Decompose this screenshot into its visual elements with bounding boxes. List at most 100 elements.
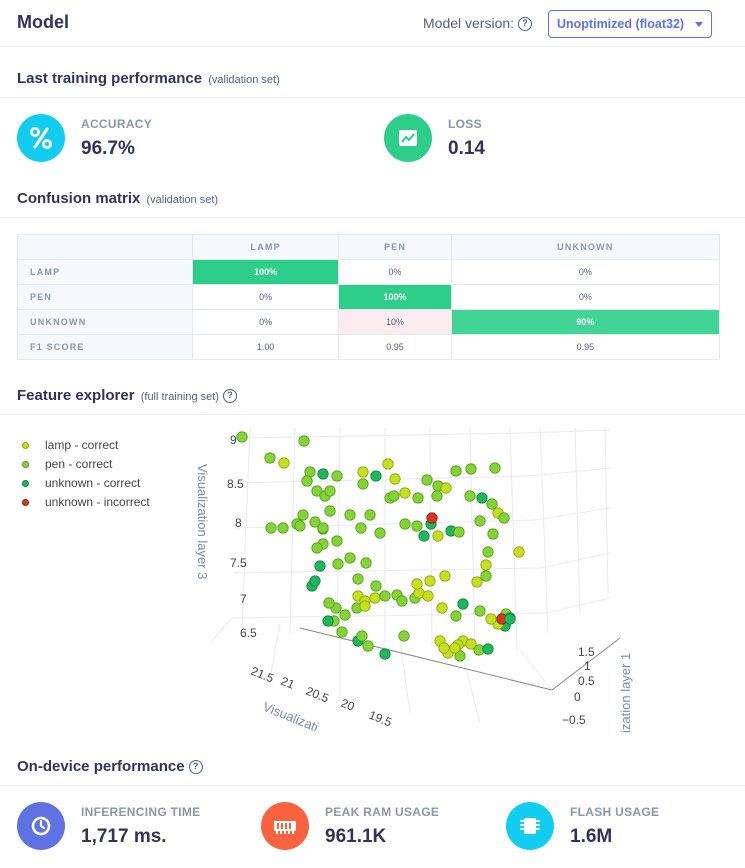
scatter-point[interactable] <box>486 498 498 510</box>
table-cell: 0.95 <box>450 334 721 360</box>
scatter-point[interactable] <box>278 457 290 469</box>
scatter-point[interactable] <box>314 560 326 572</box>
scatter-point[interactable] <box>439 570 451 582</box>
scatter-point[interactable] <box>382 458 394 470</box>
feature-explorer-3d-plot[interactable]: 9 8.5 8 7.5 7 6.5 21.5 21 20.5 20 19.5 1… <box>180 428 650 733</box>
scatter-point[interactable] <box>355 522 367 534</box>
scatter-point[interactable] <box>344 552 356 564</box>
scatter-point[interactable] <box>369 592 381 604</box>
chart-line-icon <box>384 114 432 162</box>
scatter-point[interactable] <box>450 465 462 477</box>
scatter-point[interactable] <box>236 431 248 443</box>
scatter-point[interactable] <box>440 482 452 494</box>
scatter-point[interactable] <box>513 546 525 558</box>
scatter-point[interactable] <box>411 578 423 590</box>
scatter-point[interactable] <box>465 463 477 475</box>
scatter-point[interactable] <box>357 466 369 478</box>
scatter-point[interactable] <box>370 580 382 592</box>
scatter-point[interactable] <box>450 610 462 622</box>
scatter-point[interactable] <box>438 642 450 654</box>
scatter-point[interactable] <box>412 492 424 504</box>
scatter-point[interactable] <box>331 535 343 547</box>
scatter-point[interactable] <box>323 597 335 609</box>
help-icon[interactable]: ? <box>222 389 237 404</box>
z-tick: 7.5 <box>230 556 247 570</box>
scatter-point[interactable] <box>396 595 408 607</box>
scatter-point[interactable] <box>431 490 443 502</box>
scatter-point[interactable] <box>356 630 368 642</box>
scatter-point[interactable] <box>298 435 310 447</box>
scatter-point[interactable] <box>432 530 444 542</box>
scatter-point[interactable] <box>474 515 486 527</box>
scatter-point[interactable] <box>359 600 371 612</box>
scatter-point[interactable] <box>504 613 516 625</box>
scatter-point[interactable] <box>424 575 436 587</box>
explorer-title: Feature explorer <box>17 387 135 404</box>
scatter-point[interactable] <box>379 648 391 660</box>
scatter-point[interactable] <box>277 522 289 534</box>
scatter-point[interactable] <box>311 542 323 554</box>
scatter-point[interactable] <box>309 575 321 587</box>
scatter-point[interactable] <box>362 640 374 652</box>
scatter-point[interactable] <box>294 520 306 532</box>
scatter-point[interactable] <box>487 528 499 540</box>
scatter-point[interactable] <box>421 474 433 486</box>
axis-layer3-title: Visualization layer 3 <box>195 464 210 579</box>
scatter-point[interactable] <box>422 590 434 602</box>
scatter-point[interactable] <box>364 509 376 521</box>
scatter-point[interactable] <box>264 452 276 464</box>
scatter-point[interactable] <box>489 462 501 474</box>
z-tick: 7 <box>240 592 247 606</box>
scatter-point[interactable] <box>352 573 364 585</box>
scatter-point[interactable] <box>265 522 277 534</box>
scatter-point[interactable] <box>332 558 344 570</box>
scatter-point[interactable] <box>480 570 492 582</box>
scatter-point[interactable] <box>389 473 401 485</box>
scatter-point[interactable] <box>398 630 410 642</box>
scatter-point[interactable] <box>449 642 461 654</box>
legend-label: unknown - incorrect <box>45 495 150 509</box>
scatter-point[interactable] <box>436 602 448 614</box>
scatter-point[interactable] <box>324 505 336 517</box>
scatter-point[interactable] <box>411 520 423 532</box>
scatter-point[interactable] <box>464 490 476 502</box>
scatter-point[interactable] <box>379 590 391 602</box>
scatter-point[interactable] <box>474 605 486 617</box>
scatter-point[interactable] <box>336 626 348 638</box>
scatter-point[interactable] <box>476 492 488 504</box>
row-header: UNKNOWN <box>17 309 193 335</box>
scatter-point[interactable] <box>482 546 494 558</box>
scatter-point[interactable] <box>485 613 497 625</box>
scatter-point[interactable] <box>301 475 313 487</box>
help-icon[interactable]: ? <box>518 17 533 32</box>
scatter-point[interactable] <box>324 485 336 497</box>
scatter-point[interactable] <box>331 470 343 482</box>
scatter-point[interactable] <box>374 527 386 539</box>
scatter-point[interactable] <box>317 522 329 534</box>
scatter-point[interactable] <box>482 643 494 655</box>
scatter-point[interactable] <box>418 530 430 542</box>
scatter-point[interactable] <box>480 559 492 571</box>
memory-icon <box>261 802 309 850</box>
scatter-point[interactable] <box>388 490 400 502</box>
confusion-matrix-table: LAMP PEN UNKNOWN LAMP 100% 0% 0% PEN 0% … <box>17 234 721 360</box>
scatter-point[interactable] <box>339 609 351 621</box>
model-version-select[interactable]: Unoptimized (float32) <box>548 10 712 38</box>
scatter-point[interactable] <box>399 518 411 530</box>
scatter-point[interactable] <box>322 615 334 627</box>
scatter-point[interactable] <box>457 598 469 610</box>
device-title: On-device performance <box>17 758 185 775</box>
scatter-point[interactable] <box>471 576 483 588</box>
scatter-point[interactable] <box>498 512 510 524</box>
scatter-point[interactable] <box>370 470 382 482</box>
scatter-point[interactable] <box>360 557 372 569</box>
scatter-point[interactable] <box>357 478 369 490</box>
scatter-point[interactable] <box>297 509 309 521</box>
scatter-point[interactable] <box>317 468 329 480</box>
scatter-point[interactable] <box>426 512 438 524</box>
scatter-point[interactable] <box>344 509 356 521</box>
help-icon[interactable]: ? <box>188 760 203 775</box>
scatter-point[interactable] <box>399 487 411 499</box>
model-header: Model Model version:? Unoptimized (float… <box>0 0 745 46</box>
scatter-point[interactable] <box>453 526 465 538</box>
